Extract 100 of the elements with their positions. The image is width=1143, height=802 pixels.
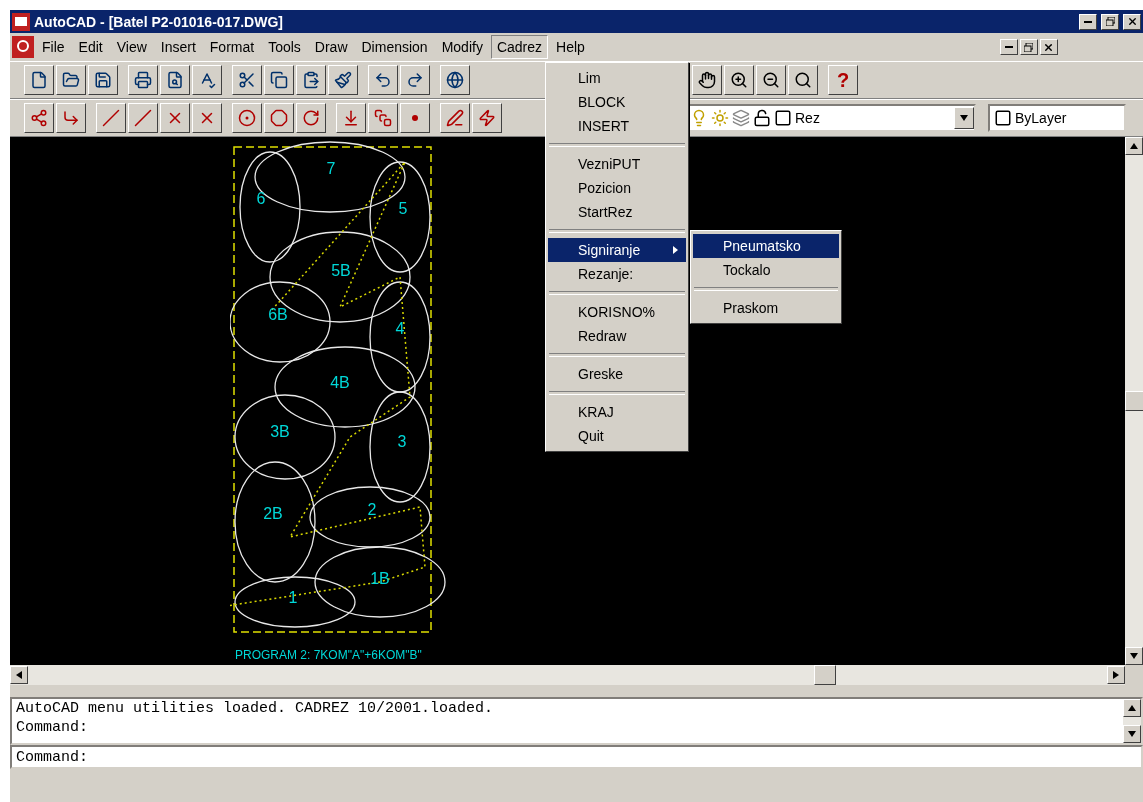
toolbar-button[interactable] [56, 65, 86, 95]
part-label: 2B [263, 505, 283, 522]
restore-icon [1024, 42, 1034, 52]
toolbar-button[interactable] [96, 103, 126, 133]
layer-name: Rez [795, 110, 821, 126]
paintbrush-icon [334, 71, 352, 89]
horizontal-scrollbar[interactable] [10, 665, 1125, 685]
toolbar-button[interactable] [724, 65, 754, 95]
dropdown-menu-item[interactable]: KORISNO% [548, 300, 686, 324]
toolbar-button[interactable] [264, 65, 294, 95]
scrollbar-thumb[interactable] [1125, 391, 1143, 411]
toolbar-button[interactable] [264, 103, 294, 133]
toolbar-button[interactable] [440, 65, 470, 95]
menu-item[interactable]: Tools [262, 35, 307, 59]
toolbar-button[interactable] [296, 103, 326, 133]
submenu-item[interactable]: Praskom [693, 296, 839, 320]
restore-button[interactable] [1019, 39, 1038, 55]
scroll-right-button[interactable] [1106, 666, 1125, 684]
toolbar-button[interactable] [160, 103, 190, 133]
toolbar-button[interactable] [296, 65, 326, 95]
menu-item[interactable]: Format [203, 35, 261, 59]
redo-icon [406, 71, 424, 89]
dropdown-menu-item[interactable]: Pozicion [548, 176, 686, 200]
scrollbar-thumb[interactable] [813, 665, 836, 685]
dropdown-menu-item[interactable]: VezniPUT [548, 152, 686, 176]
toolbar-button[interactable] [400, 103, 430, 133]
submenu-item[interactable]: Tockalo [693, 258, 839, 282]
toolbar-button[interactable] [336, 103, 366, 133]
scroll-left-button[interactable] [10, 666, 28, 684]
dropdown-menu-item[interactable]: Redraw [548, 324, 686, 348]
command-line-text: AutoCAD menu utilities loaded. CADREZ 10/2001.loaded. [16, 699, 495, 718]
toolbar-button[interactable] [232, 103, 262, 133]
nearest-icon [446, 109, 464, 127]
toolbar-button[interactable] [192, 103, 222, 133]
part-label: 3B [270, 423, 290, 440]
dropdown-menu-item[interactable]: Rezanje: [548, 262, 686, 286]
menu-item[interactable]: Help [550, 35, 591, 59]
zoom-in-icon [730, 71, 748, 89]
toolbar-button[interactable] [24, 103, 54, 133]
menu-item[interactable]: Modify [435, 35, 489, 59]
close-button[interactable] [1123, 13, 1141, 30]
toolbar-button[interactable] [160, 65, 190, 95]
minimize-button[interactable] [1079, 13, 1097, 30]
save-icon [94, 71, 112, 89]
command-prompt-field[interactable]: Command: [10, 745, 1143, 769]
dropdown-menu-item[interactable]: KRAJ [548, 400, 686, 424]
menu-item[interactable]: Insert [154, 35, 202, 59]
menu-item[interactable]: Edit [72, 35, 109, 59]
toolbar-button[interactable] [232, 65, 262, 95]
toolbar-button[interactable] [368, 65, 398, 95]
vertical-scrollbar[interactable] [1125, 137, 1143, 665]
toolbar-button[interactable] [192, 65, 222, 95]
toolbar-button[interactable] [128, 103, 158, 133]
scroll-down-icon [1130, 653, 1138, 659]
node-point-icon [412, 115, 418, 121]
toolbar-button[interactable] [472, 103, 502, 133]
part-label: 5 [398, 200, 408, 217]
dropdown-menu-item[interactable]: StartRez [548, 200, 686, 224]
menu-item[interactable]: Cadrez [490, 35, 548, 59]
scroll-right-icon [1112, 671, 1119, 679]
dropdown-menu-item[interactable]: Lim [548, 66, 686, 90]
perpendicular-icon [342, 109, 360, 127]
part-label: 6 [256, 190, 266, 207]
line-endpoint-icon [102, 109, 120, 127]
dropdown-menu-item[interactable]: Signiranje [548, 238, 686, 262]
color-dropdown[interactable]: ByLayer [988, 104, 1126, 132]
scroll-up-button[interactable] [1125, 137, 1143, 155]
toolbar-button[interactable] [56, 103, 86, 133]
submenu-item[interactable]: Pneumatsko [693, 234, 839, 258]
toolbar-button[interactable] [368, 103, 398, 133]
scroll-down-button[interactable] [1125, 647, 1143, 665]
toolbar-button[interactable] [88, 65, 118, 95]
app-logo-icon [12, 12, 30, 31]
dropdown-menu-item[interactable]: BLOCK [548, 90, 686, 114]
toolbar-button[interactable] [128, 65, 158, 95]
toolbar-button[interactable] [328, 65, 358, 95]
close-icon [1043, 41, 1055, 53]
unlocked-icon [753, 109, 771, 127]
help-button[interactable]: ? [828, 65, 858, 95]
scroll-down-button[interactable] [1123, 725, 1141, 743]
toolbar-button[interactable] [692, 65, 722, 95]
minimize-button[interactable] [999, 39, 1018, 55]
dropdown-menu-item[interactable]: Quit [548, 424, 686, 448]
menu-item[interactable]: View [110, 35, 153, 59]
dropdown-button[interactable] [954, 107, 974, 129]
close-button[interactable] [1039, 39, 1058, 55]
toolbar-button[interactable] [440, 103, 470, 133]
circle-center-icon [238, 109, 256, 127]
menu-item[interactable]: Draw [308, 35, 354, 59]
menu-item[interactable]: File [36, 35, 71, 59]
toolbar-button[interactable] [24, 65, 54, 95]
menu-item[interactable]: Dimension [355, 35, 434, 59]
toolbar-button[interactable] [756, 65, 786, 95]
toolbar-button[interactable] [788, 65, 818, 95]
restore-button[interactable] [1101, 13, 1119, 30]
scroll-up-button[interactable] [1123, 699, 1141, 717]
dropdown-menu-item[interactable]: INSERT [548, 114, 686, 138]
layers-icon [732, 109, 750, 127]
dropdown-menu-item[interactable]: Greske [548, 362, 686, 386]
toolbar-button[interactable] [400, 65, 430, 95]
